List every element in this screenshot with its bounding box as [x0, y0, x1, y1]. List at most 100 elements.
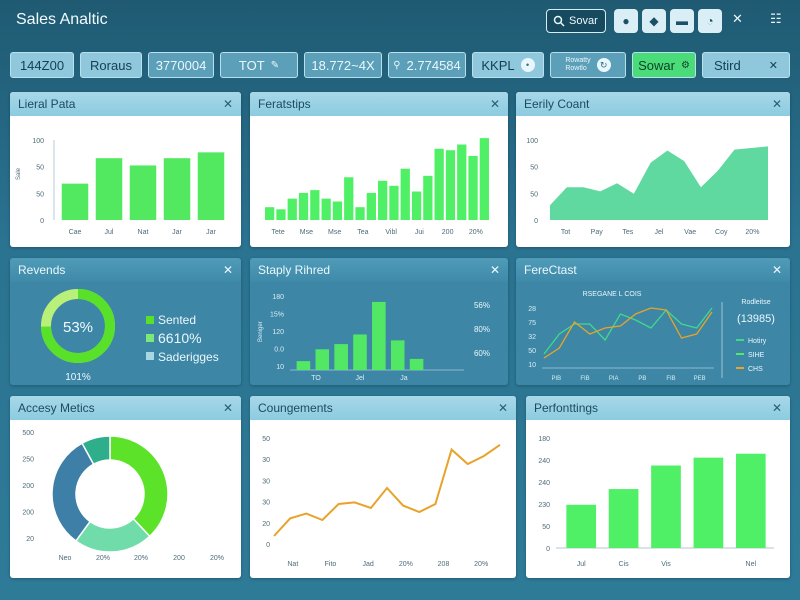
side-value: (13985) [737, 313, 775, 325]
y-tick-label: 50 [36, 165, 44, 172]
legend-label: Saderigges [158, 350, 219, 364]
bar [372, 301, 386, 370]
panel-title: Revends [18, 263, 66, 277]
kpi-tile[interactable]: TOT ✎ [220, 52, 298, 78]
close-icon[interactable]: ✕ [772, 263, 782, 277]
y-axis-label: Sale [16, 167, 22, 180]
y-tick-label: 32 [528, 334, 536, 341]
kpi-tile[interactable]: Stird ✕ [702, 52, 790, 78]
x-tick-label: 208 [438, 561, 450, 568]
close-icon[interactable]: ✕ [490, 97, 500, 111]
edit-icon: ✎ [270, 59, 280, 71]
x-tick-label: Jul [577, 561, 586, 568]
x-tick-label: Cae [69, 229, 82, 236]
close-icon[interactable]: ✕ [223, 263, 233, 277]
x-tick-label: Fito [325, 561, 337, 568]
legend-swatch [146, 316, 154, 324]
bar [332, 201, 343, 220]
panel-header: Accesy Metics ✕ [10, 396, 241, 420]
x-tick-label: 20% [134, 555, 148, 562]
kpi-label: Sowar [638, 57, 675, 73]
kpi-tile[interactable]: 18.772~4X [304, 52, 382, 78]
app-title: Sales Analtic [16, 11, 108, 28]
y-tick-label: 20 [262, 521, 270, 528]
panel-feratstips: Feratstips ✕ Tete Mse Mse Tea Vibl Jui 200 20% [250, 92, 508, 247]
side-title: Rodleitse [741, 299, 770, 306]
y-tick-label: 50 [36, 191, 44, 198]
x-tick-label: Pay [591, 229, 604, 236]
panel-title: Eerily Coant [524, 97, 590, 111]
kpi-tile[interactable]: Rowatty Rowtlo ↻ [550, 52, 626, 78]
close-icon[interactable]: ✕ [490, 263, 500, 277]
kpi-label: KKPL [481, 57, 515, 73]
x-tick-label: 20% [474, 561, 488, 568]
bar [163, 158, 191, 220]
x-tick-label: 200 [173, 555, 185, 562]
close-icon[interactable]: ✕ [772, 401, 782, 415]
x-tick-label: Vae [684, 229, 696, 236]
kpi-tile[interactable]: Sowar ⚙ [632, 52, 696, 78]
kpi-tile[interactable]: 144Z00 [10, 52, 74, 78]
y-tick-label: 200 [22, 510, 34, 517]
y-tick-label: 250 [22, 457, 34, 464]
user-icon[interactable]: ● [614, 9, 638, 33]
panel-header: Staply Rihred ✕ [250, 258, 508, 282]
x-tick-label: Jar [206, 229, 216, 236]
close-icon[interactable]: ✕ [772, 97, 782, 111]
x-tick-label: Nat [287, 561, 298, 568]
close-icon[interactable]: ✕ [223, 97, 233, 111]
bar [321, 198, 331, 220]
y-axis-label: Beniger [258, 321, 264, 342]
x-tick-label: Jar [172, 229, 182, 236]
bar [409, 358, 424, 370]
y-tick-label: 180 [538, 436, 550, 443]
panel-accesy-metics: Accesy Metics ✕ 500 250 200 200 20 Neo 20% 20% 20… [10, 396, 241, 578]
info-icon: • [520, 58, 535, 72]
x-icon[interactable]: ✕ [732, 11, 743, 27]
x-tick-label: FIB [580, 376, 589, 382]
y-tick-label: 10 [528, 362, 536, 369]
line-chart: 50 30 30 30 20 0 Nat Fito Jad 20% 208 20% [262, 436, 501, 568]
kpi-tile[interactable]: ⚲ 2.774584 [388, 52, 466, 78]
y-tick-label: 50 [262, 436, 270, 443]
bell-icon[interactable]: ◆ [642, 9, 666, 33]
area-fill [550, 146, 768, 220]
bar [197, 152, 225, 220]
panel-header: Lieral Pata ✕ [10, 92, 241, 116]
panel-title: Accesy Metics [18, 401, 95, 415]
bar [457, 144, 467, 220]
x-tick-label: Ja [400, 375, 408, 382]
kpi-strip: 144Z00 Roraus 3770004 TOT ✎ 18.772~4X ⚲ 2.… [0, 52, 800, 80]
legend-swatch [146, 334, 154, 342]
x-tick-label: Jui [415, 229, 424, 236]
x-tick-label: PEB [694, 376, 706, 382]
search-button[interactable]: Sovar [546, 9, 606, 33]
x-tick-label: Tea [357, 229, 368, 236]
bar [468, 155, 478, 220]
kpi-tile[interactable]: 3770004 [148, 52, 214, 78]
mail-icon[interactable]: ▬ [670, 9, 694, 33]
grid-icon[interactable]: ☷ [770, 11, 782, 27]
y-tick-label: 100 [32, 138, 44, 145]
bar-chart: 100 50 50 0 Sale Cae Jul Nat Jar Jar [16, 138, 225, 236]
series-line [273, 443, 501, 537]
kpi-tile[interactable]: KKPL • [472, 52, 544, 78]
kpi-label: 18.772~4X [311, 57, 375, 73]
clock-icon[interactable]: ◔ [698, 9, 722, 33]
kpi-tile[interactable]: Roraus [80, 52, 142, 78]
x-tick-label: PB [638, 376, 646, 382]
bar [296, 361, 311, 370]
bar [651, 465, 681, 548]
close-icon[interactable]: ✕ [223, 401, 233, 415]
panel-title: Feratstips [258, 97, 311, 111]
kpi-label: 3770004 [155, 57, 207, 73]
legend-label: Hotiry [748, 338, 767, 345]
bar [344, 177, 354, 220]
x-tick-label: Nat [138, 229, 149, 236]
bar [390, 340, 405, 370]
close-icon[interactable]: ✕ [498, 401, 508, 415]
y-tick-label: 30 [262, 478, 270, 485]
bar [423, 175, 433, 220]
right-label: 56% [474, 301, 490, 310]
series-line [543, 307, 713, 359]
